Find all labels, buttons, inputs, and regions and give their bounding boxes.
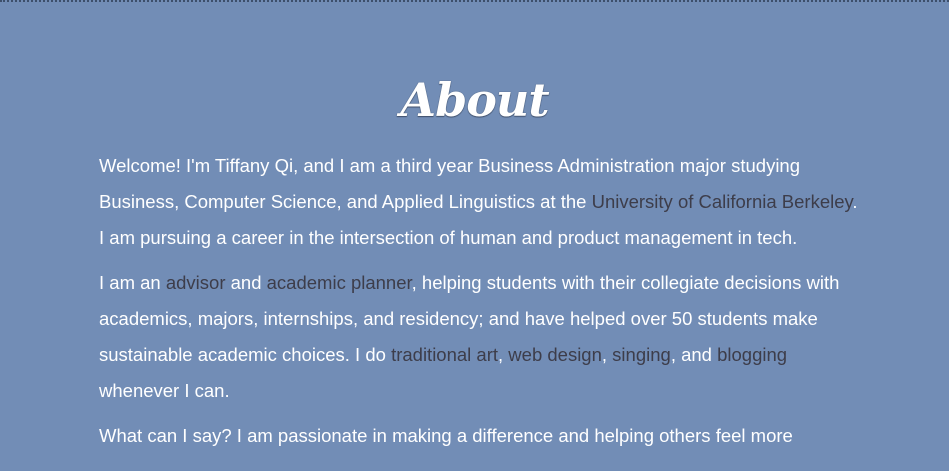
passion-paragraph: What can I say? I am passionate in makin… — [99, 418, 859, 454]
separator: , — [498, 344, 509, 365]
activities-text-end: whenever I can. — [99, 380, 230, 401]
intro-paragraph: Welcome! I'm Tiffany Qi, and I am a thir… — [99, 148, 859, 256]
blogging-link[interactable]: blogging — [717, 344, 787, 365]
page-title: About — [400, 73, 549, 127]
traditional-art-link[interactable]: traditional art — [391, 344, 498, 365]
academic-planner-link[interactable]: academic planner — [267, 272, 412, 293]
about-content: Welcome! I'm Tiffany Qi, and I am a thir… — [99, 148, 859, 463]
web-design-link[interactable]: web design — [508, 344, 602, 365]
activities-text-and: and — [225, 272, 267, 293]
passion-text: What can I say? I am passionate in makin… — [99, 425, 793, 446]
advisor-link[interactable]: advisor — [166, 272, 226, 293]
separator: , — [601, 344, 613, 365]
singing-link[interactable]: singing — [612, 344, 671, 365]
university-link[interactable]: University of California Berkeley — [592, 191, 853, 212]
activities-text: I am an — [99, 272, 166, 293]
separator: , and — [670, 344, 718, 365]
about-page: About Welcome! I'm Tiffany Qi, and I am … — [0, 0, 949, 471]
activities-paragraph: I am an advisor and academic planner, he… — [99, 265, 859, 409]
